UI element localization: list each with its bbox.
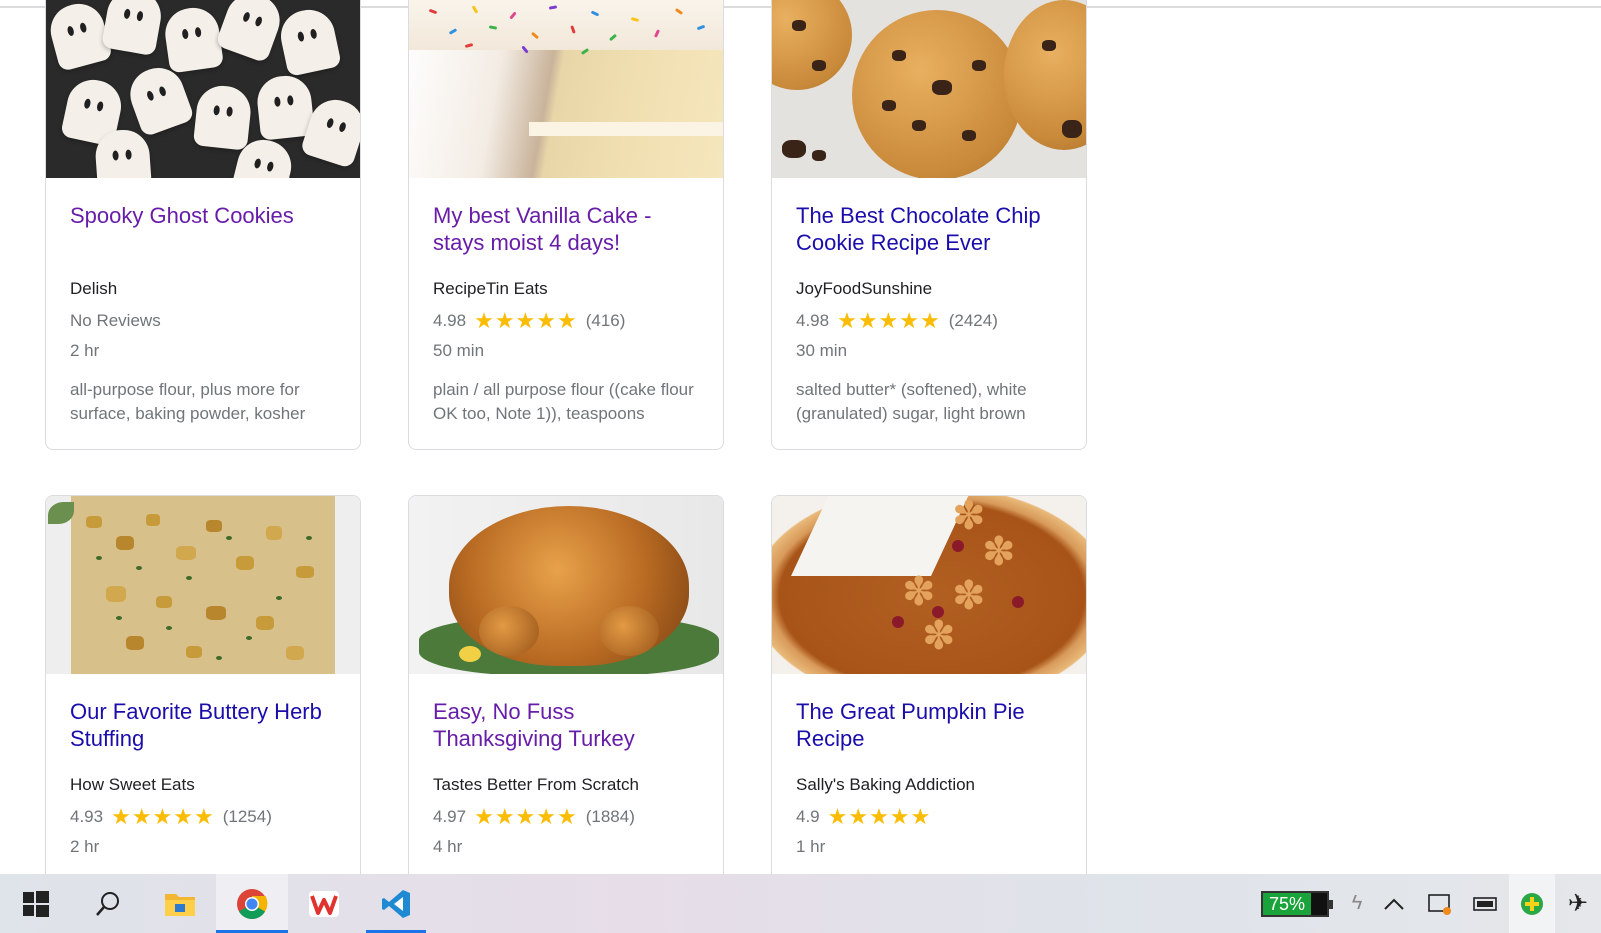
windows-taskbar: 75% ϟ ✈	[0, 874, 1601, 933]
recipe-rating: 4.98 ★★★★★ (2424)	[796, 310, 1062, 332]
recipe-card[interactable]: My best Vanilla Cake - stays moist 4 day…	[408, 0, 724, 450]
recipe-source: Sally's Baking Addiction	[796, 775, 976, 794]
recipe-ingredients: plain / all purpose flour ((cake flour O…	[433, 380, 694, 423]
recipe-rating: 4.98 ★★★★★ (416)	[433, 310, 699, 332]
recipe-time: 50 min	[433, 341, 485, 360]
rating-value: 4.98	[433, 311, 467, 330]
system-tray: 75% ϟ ✈	[1261, 874, 1601, 933]
vanilla-cake-image[interactable]	[409, 0, 723, 178]
start-button[interactable]	[0, 874, 72, 933]
rating-stars-icon: ★★★★★	[474, 308, 578, 333]
no-reviews-label: No Reviews	[70, 311, 161, 330]
recipe-time: 30 min	[796, 341, 848, 360]
search-icon	[96, 891, 119, 916]
recipe-time: 2 hr	[70, 341, 100, 360]
airplane-mode-icon[interactable]: ✈	[1555, 874, 1601, 933]
recipe-title-link[interactable]: Our Favorite Buttery Herb Stuffing	[70, 698, 336, 758]
recipe-title-link[interactable]: The Best Chocolate Chip Cookie Recipe Ev…	[796, 202, 1062, 262]
rating-value: 4.9	[796, 807, 820, 826]
sync-icon[interactable]	[1417, 874, 1463, 933]
recipe-source: How Sweet Eats	[70, 775, 195, 794]
herb-stuffing-image[interactable]	[46, 496, 360, 674]
rating-stars-icon: ★★★★★	[827, 804, 932, 829]
recipe-source: Tastes Better From Scratch	[433, 775, 639, 794]
roast-turkey-image[interactable]	[409, 496, 723, 674]
wps-office-icon	[309, 890, 339, 917]
file-explorer-button[interactable]	[144, 874, 216, 933]
recipe-source: JoyFoodSunshine	[796, 279, 933, 298]
wps-office-button[interactable]	[288, 874, 360, 933]
recipe-time: 1 hr	[796, 837, 826, 856]
recipe-results-grid: Spooky Ghost Cookies Delish No Reviews 2…	[0, 0, 1601, 874]
rating-value: 4.98	[796, 311, 830, 330]
recipe-card[interactable]: ✽ ✽ ✽ ✽ ✽ The Great Pumpkin Pie Recipe S…	[771, 495, 1087, 874]
vscode-icon	[382, 889, 410, 918]
recipe-source: RecipeTin Eats	[433, 279, 548, 298]
recipe-title-link[interactable]: My best Vanilla Cake - stays moist 4 day…	[433, 202, 699, 262]
rating-value: 4.93	[70, 807, 104, 826]
recipe-rating: 4.97 ★★★★★ (1884)	[433, 806, 699, 828]
recipe-card[interactable]: Easy, No Fuss Thanksgiving Turkey Tastes…	[408, 495, 724, 874]
review-count: (416)	[585, 311, 626, 330]
vpn-shield-icon[interactable]	[1509, 874, 1555, 933]
battery-indicator[interactable]: 75%	[1261, 890, 1333, 917]
review-count: (1254)	[222, 807, 272, 826]
vscode-button[interactable]	[360, 874, 432, 933]
recipe-time: 4 hr	[433, 837, 463, 856]
review-count: (1884)	[585, 807, 635, 826]
recipe-source: Delish	[70, 279, 118, 298]
ghost-cookies-image[interactable]	[46, 0, 360, 178]
recipe-title-link[interactable]: Spooky Ghost Cookies	[70, 202, 336, 262]
recipe-title-link[interactable]: Easy, No Fuss Thanksgiving Turkey	[433, 698, 699, 758]
recipe-title-link[interactable]: The Great Pumpkin Pie Recipe	[796, 698, 1062, 758]
search-button[interactable]	[72, 874, 144, 933]
file-explorer-icon	[165, 893, 195, 916]
recipe-card[interactable]: The Best Chocolate Chip Cookie Recipe Ev…	[771, 0, 1087, 450]
charging-icon: ϟ	[1351, 892, 1363, 914]
chrome-button[interactable]	[216, 874, 288, 933]
rating-stars-icon: ★★★★★	[474, 804, 578, 829]
recipe-ingredients: salted butter* (softened), white (granul…	[796, 380, 1027, 423]
recipe-card[interactable]: Spooky Ghost Cookies Delish No Reviews 2…	[45, 0, 361, 450]
rating-value: 4.97	[433, 807, 467, 826]
rating-stars-icon: ★★★★★	[111, 804, 215, 829]
review-count: (2424)	[948, 311, 998, 330]
rating-stars-icon: ★★★★★	[837, 308, 941, 333]
recipe-time: 2 hr	[70, 837, 100, 856]
battery-percent: 75%	[1263, 892, 1311, 915]
recipe-ingredients: all-purpose flour, plus more for surface…	[70, 380, 306, 423]
chevron-up-icon[interactable]	[1371, 874, 1417, 933]
pumpkin-pie-image[interactable]: ✽ ✽ ✽ ✽ ✽	[772, 496, 1086, 674]
recipe-rating: 4.93 ★★★★★ (1254)	[70, 806, 336, 828]
recipe-rating: No Reviews	[70, 310, 336, 332]
power-plan-icon[interactable]	[1463, 874, 1509, 933]
recipe-card[interactable]: Our Favorite Buttery Herb Stuffing How S…	[45, 495, 361, 874]
chrome-icon	[237, 888, 268, 919]
start-icon	[23, 890, 49, 917]
recipe-rating: 4.9 ★★★★★	[796, 806, 1062, 828]
chocolate-chip-cookie-image[interactable]	[772, 0, 1086, 178]
